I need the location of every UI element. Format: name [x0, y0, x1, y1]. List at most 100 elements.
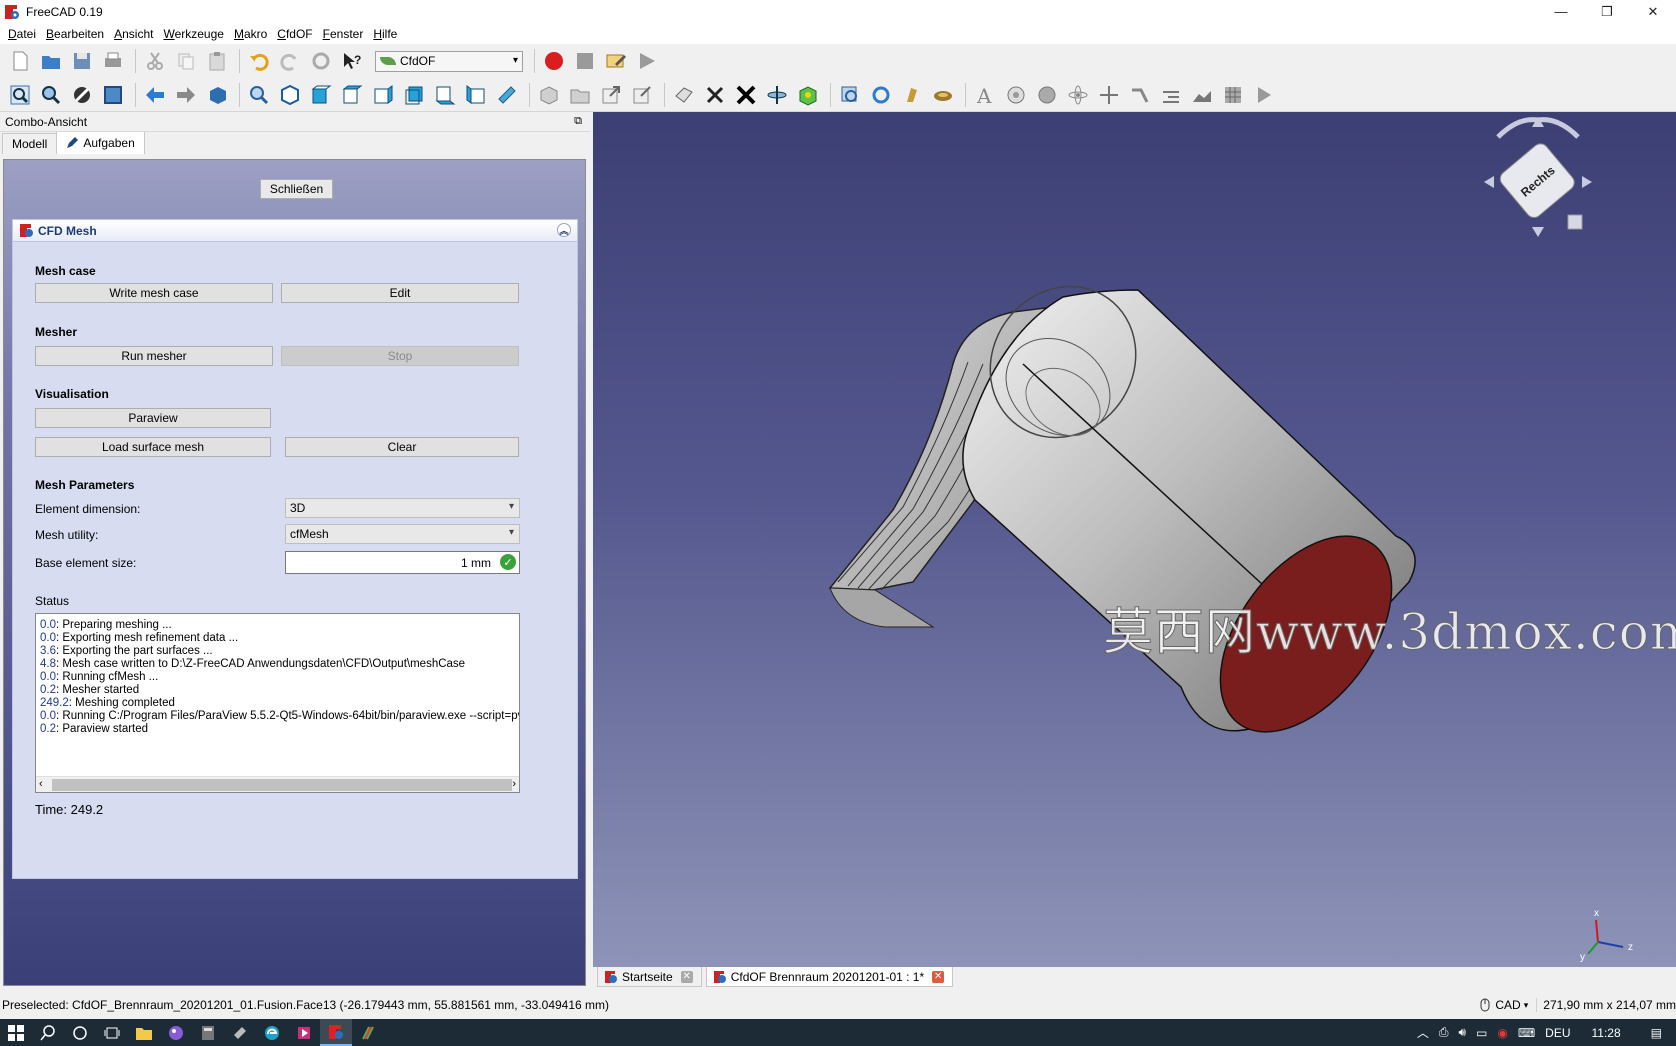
link-actions-icon[interactable]	[628, 81, 656, 109]
mesh-utility-select[interactable]: cfMesh ▾	[285, 524, 520, 544]
view-rear-icon[interactable]	[400, 81, 428, 109]
view-left-icon[interactable]	[462, 81, 490, 109]
menu-cfdof[interactable]: CfdOF	[275, 27, 320, 41]
macro-edit-icon[interactable]	[602, 47, 630, 75]
app-sphere-icon[interactable]	[160, 1019, 192, 1046]
refresh-icon[interactable]	[307, 47, 335, 75]
paraview-button[interactable]: Paraview	[35, 408, 271, 428]
macro-stop-icon[interactable]	[571, 47, 599, 75]
view-isometric-icon[interactable]	[276, 81, 304, 109]
cfd-porous-icon[interactable]	[1002, 81, 1030, 109]
bounding-box-icon[interactable]	[99, 81, 127, 109]
tray-network-icon[interactable]: ⎙	[1434, 1025, 1454, 1040]
view-right-icon[interactable]	[369, 81, 397, 109]
windows-start-icon[interactable]	[0, 1019, 32, 1046]
cfd-initialise-icon[interactable]	[1033, 81, 1061, 109]
collapse-icon[interactable]: ︽	[557, 223, 571, 237]
nav-forward-icon[interactable]	[172, 81, 200, 109]
calculator-icon[interactable]	[192, 1019, 224, 1046]
load-surface-mesh-button[interactable]: Load surface mesh	[35, 437, 271, 457]
cfd-axes-icon[interactable]	[1095, 81, 1123, 109]
open-file-icon[interactable]	[37, 47, 65, 75]
tab-modell[interactable]: Modell	[2, 133, 58, 154]
nav-left-arrow[interactable]	[1484, 176, 1494, 188]
copy-icon[interactable]	[172, 47, 200, 75]
tray-chevron-up-icon[interactable]: ︿	[1412, 1024, 1434, 1041]
cfd-grid-icon[interactable]	[1219, 81, 1247, 109]
menu-werkzeuge[interactable]: Werkzeuge	[161, 27, 231, 41]
fit-selection-icon[interactable]	[37, 81, 65, 109]
tray-volume-icon[interactable]: 🔊︎	[1453, 1025, 1471, 1040]
tab-aufgaben[interactable]: Aufgaben	[56, 131, 145, 154]
close-tab-icon[interactable]: ✕	[680, 970, 693, 983]
tray-display-icon[interactable]: ▭	[1471, 1026, 1492, 1040]
scroll-right-icon[interactable]: ›	[512, 778, 516, 790]
link-icon[interactable]	[597, 81, 625, 109]
task-view-icon[interactable]	[96, 1019, 128, 1046]
notification-center-icon[interactable]: ▤	[1637, 1026, 1676, 1040]
save-icon[interactable]	[68, 47, 96, 75]
cfd-physics-icon[interactable]	[794, 81, 822, 109]
close-window-button[interactable]: ✕	[1630, 0, 1676, 23]
macro-record-icon[interactable]	[540, 47, 568, 75]
paste-icon[interactable]	[203, 47, 231, 75]
scrollbar-thumb[interactable]	[52, 779, 512, 791]
cfd-analysis-icon[interactable]	[670, 81, 698, 109]
navigation-style-selector[interactable]: CAD ▾	[1472, 998, 1536, 1012]
menu-datei[interactable]: Datei	[6, 27, 44, 41]
tab-startseite[interactable]: Startseite ✕	[597, 967, 702, 987]
tray-language[interactable]: DEU	[1540, 1026, 1575, 1040]
clear-button[interactable]: Clear	[285, 437, 519, 457]
file-explorer-icon[interactable]	[128, 1019, 160, 1046]
freecad-taskbar-icon[interactable]	[320, 1019, 352, 1046]
tray-security-icon[interactable]: ◉	[1492, 1026, 1512, 1040]
nav-down-arrow[interactable]	[1532, 227, 1544, 237]
workbench-selector[interactable]: CfdOF ▾	[375, 50, 523, 72]
cfd-refresh-icon[interactable]	[867, 81, 895, 109]
group-icon[interactable]	[566, 81, 594, 109]
edge-browser-icon[interactable]	[256, 1019, 288, 1046]
remove-all-icon[interactable]	[732, 81, 760, 109]
rotate-right-arrow[interactable]	[1537, 117, 1580, 139]
cfd-mesh-icon[interactable]	[836, 81, 864, 109]
cut-icon[interactable]	[141, 47, 169, 75]
rotate-left-arrow[interactable]	[1496, 117, 1539, 139]
whats-this-icon[interactable]: ?	[338, 47, 366, 75]
view-top-icon[interactable]	[338, 81, 366, 109]
redo-icon[interactable]	[276, 47, 304, 75]
menu-bearbeiten[interactable]: Bearbeiten	[44, 27, 112, 41]
view-menu-icon[interactable]	[1567, 214, 1583, 230]
3d-viewport[interactable]: 莫西网www.3dmox.com Rechts z x y	[593, 112, 1676, 967]
part-icon[interactable]	[535, 81, 563, 109]
cfd-solver-icon[interactable]	[1064, 81, 1092, 109]
measure-icon[interactable]	[493, 81, 521, 109]
print-icon[interactable]	[99, 47, 127, 75]
paraview-taskbar-icon[interactable]	[352, 1019, 384, 1046]
media-app-icon[interactable]	[288, 1019, 320, 1046]
cfd-lines-icon[interactable]	[1157, 81, 1185, 109]
close-button[interactable]: Schließen	[260, 179, 333, 199]
scroll-left-icon[interactable]: ‹	[39, 778, 43, 790]
cfd-dynamic-refine-icon[interactable]	[929, 81, 957, 109]
tab-document[interactable]: CfdOF Brennraum 20201201-01 : 1* ✕	[705, 967, 954, 987]
minimize-button[interactable]: —	[1538, 0, 1584, 23]
cfd-surface-icon[interactable]	[1188, 81, 1216, 109]
close-tab-icon[interactable]: ✕	[932, 970, 945, 983]
menu-ansicht[interactable]: Ansicht	[112, 27, 161, 41]
nav-back-icon[interactable]	[141, 81, 169, 109]
draw-style-icon[interactable]	[68, 81, 96, 109]
status-log[interactable]: 0.0: Preparing meshing ... 0.0: Exporting…	[35, 613, 520, 793]
menu-fenster[interactable]: Fenster	[321, 27, 372, 41]
navigation-cube[interactable]: Rechts	[1478, 112, 1598, 242]
menu-hilfe[interactable]: Hilfe	[371, 27, 405, 41]
cortana-icon[interactable]	[64, 1019, 96, 1046]
stop-button[interactable]: Stop	[281, 346, 519, 366]
write-mesh-case-button[interactable]: Write mesh case	[35, 283, 273, 303]
std-views-icon[interactable]	[203, 81, 231, 109]
run-mesher-button[interactable]: Run mesher	[35, 346, 273, 366]
notes-app-icon[interactable]	[224, 1019, 256, 1046]
remove-icon[interactable]	[701, 81, 729, 109]
cfd-fluid-boundary-icon[interactable]	[763, 81, 791, 109]
view-bottom-icon[interactable]	[431, 81, 459, 109]
cfd-bend-icon[interactable]	[1126, 81, 1154, 109]
